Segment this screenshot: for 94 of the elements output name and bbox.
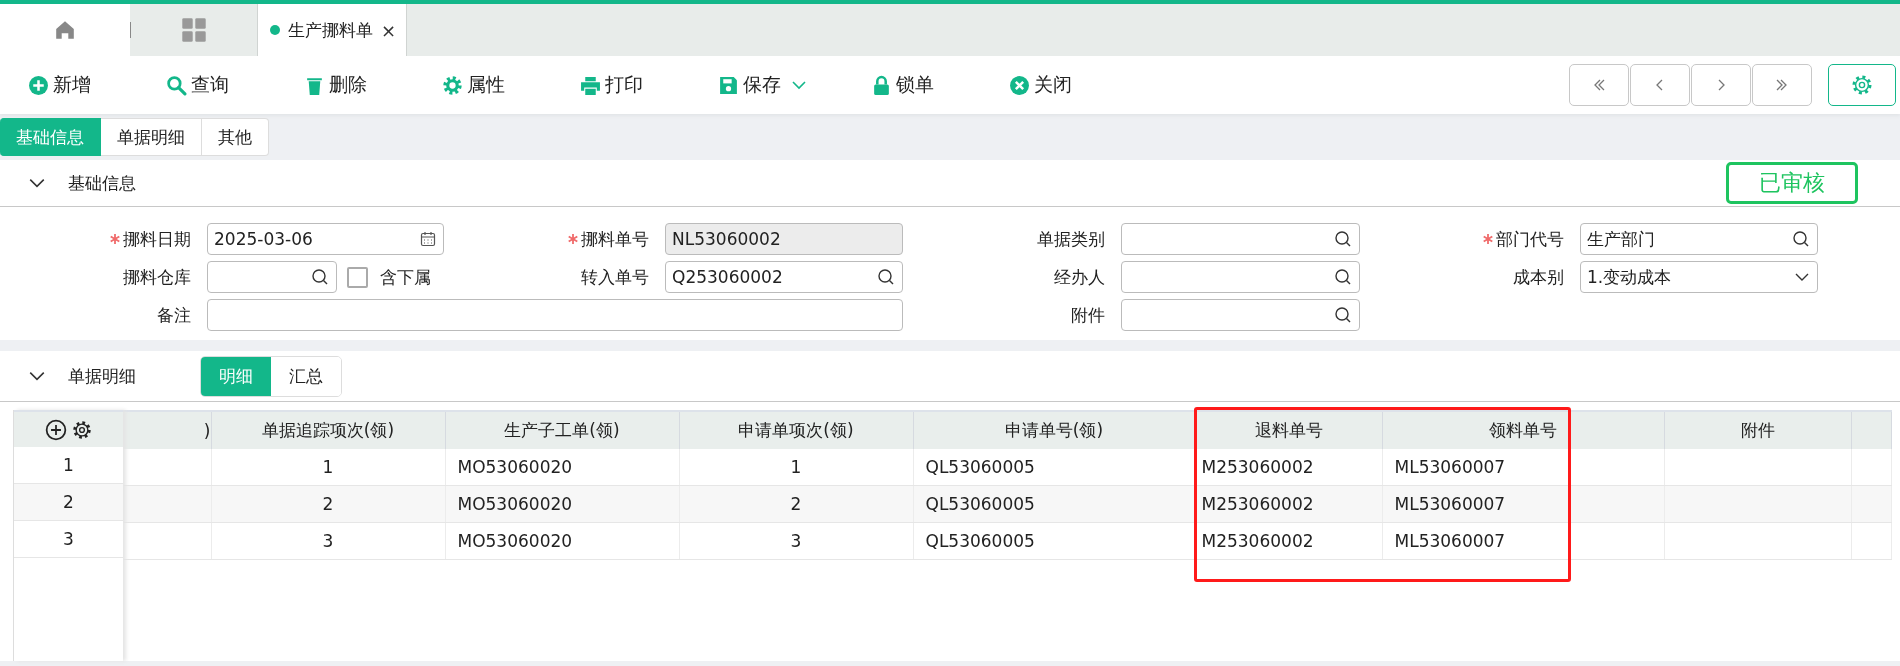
lookup-field[interactable]: Q253060002 <box>665 261 903 293</box>
table-cell: 3 <box>679 522 913 560</box>
lookup-field[interactable] <box>1121 261 1360 293</box>
table-cell: QL53060005 <box>913 485 1195 523</box>
column-header: 附件 <box>1664 411 1851 449</box>
close-icon <box>1009 74 1030 96</box>
table-cell: 1 <box>211 449 445 486</box>
form-tab[interactable]: 单据明细 <box>101 118 202 156</box>
gear-icon <box>70 418 93 441</box>
first-page-button[interactable] <box>1569 64 1629 106</box>
table-cell: ML53060007 <box>1382 485 1664 523</box>
field-label: 部门代号 <box>1496 227 1564 251</box>
previous-page-button[interactable] <box>1630 64 1690 106</box>
new-button[interactable]: 新增 <box>28 72 166 98</box>
search-icon <box>1792 230 1810 248</box>
column-header: 申请单号(领) <box>913 411 1195 449</box>
query-button[interactable]: 查询 <box>166 72 304 98</box>
column-header: 领料单号 <box>1382 411 1664 449</box>
last-page-button[interactable] <box>1752 64 1812 106</box>
table-cell: MO53060020 <box>445 522 679 560</box>
save-button[interactable]: 保存 <box>718 72 781 98</box>
checkbox-label[interactable]: 含下属 <box>380 265 431 289</box>
settings-button[interactable] <box>1828 64 1896 106</box>
search-icon <box>1334 306 1352 324</box>
status-badge: 已审核 <box>1726 162 1858 204</box>
padlock-icon <box>871 74 892 96</box>
table-cell: M253060002 <box>1195 522 1382 560</box>
close-button[interactable]: 关闭 <box>1009 72 1147 98</box>
lookup-field[interactable]: 生产部门 <box>1580 223 1818 255</box>
field-label: 经办人 <box>1054 265 1105 289</box>
properties-button[interactable]: 属性 <box>442 72 580 98</box>
delete-button[interactable]: 删除 <box>304 72 442 98</box>
column-header: 退料单号 <box>1195 411 1382 449</box>
lookup-field[interactable] <box>1121 299 1360 331</box>
text-field[interactable] <box>207 299 903 331</box>
column-settings-button[interactable] <box>70 418 93 441</box>
column-header: ) <box>123 411 211 449</box>
field-label: 附件 <box>1071 303 1105 327</box>
table-cell: QL53060005 <box>913 449 1195 486</box>
next-page-button[interactable] <box>1691 64 1751 106</box>
lookup-field[interactable] <box>207 261 337 293</box>
checkbox-square[interactable] <box>347 266 368 288</box>
column-header: 单据追踪项次(领) <box>211 411 445 449</box>
tab-title: 生产挪料单 <box>288 18 373 42</box>
table-cell: QL53060005 <box>913 522 1195 560</box>
search-icon <box>877 268 895 286</box>
calendar-icon <box>420 231 436 247</box>
printer-icon <box>580 74 601 96</box>
table-cell: ML53060007 <box>1382 522 1664 560</box>
form-tab[interactable]: 其他 <box>202 118 269 156</box>
status-dot <box>270 25 280 35</box>
home-tab[interactable] <box>0 4 130 56</box>
table-cell: 3 <box>211 522 445 560</box>
search-icon <box>166 74 187 96</box>
table-cell: M253060002 <box>1195 449 1382 486</box>
search-icon <box>1334 230 1352 248</box>
search-icon <box>1334 268 1352 286</box>
gear-icon <box>442 74 463 96</box>
document-tab[interactable]: 生产挪料单 × <box>257 4 408 56</box>
row-number: 3 <box>63 529 74 549</box>
grid-icon <box>181 17 207 43</box>
table-cell: 1 <box>679 449 913 486</box>
row-number: 1 <box>63 455 74 475</box>
lookup-field[interactable] <box>1121 223 1360 255</box>
search-icon <box>311 268 329 286</box>
section-title: 单据明细 <box>68 364 137 388</box>
field-label: 转入单号 <box>581 265 649 289</box>
section-title: 基础信息 <box>68 171 136 195</box>
add-row-button[interactable] <box>44 418 67 441</box>
field-label: 成本别 <box>1513 265 1564 289</box>
print-button[interactable]: 打印 <box>580 72 718 98</box>
column-header: 申请单项次(领) <box>679 411 913 449</box>
tab-close-button[interactable]: × <box>381 19 397 41</box>
dropdown-field[interactable]: 1.变动成本 <box>1580 261 1818 293</box>
table-cell: ML53060007 <box>1382 449 1664 486</box>
plus-circle-icon <box>44 418 67 441</box>
readonly-field[interactable]: NL53060002 <box>665 223 903 255</box>
table-cell: M253060002 <box>1195 485 1382 523</box>
field-label: 单据类别 <box>1037 227 1105 251</box>
field-label: 挪料单号 <box>581 227 649 251</box>
field-label: 备注 <box>157 303 191 327</box>
plus-circle-icon <box>28 74 49 96</box>
lock-button[interactable]: 锁单 <box>871 72 1009 98</box>
field-label: 挪料仓库 <box>123 265 191 289</box>
table-cell: 2 <box>211 485 445 523</box>
table-cell: MO53060020 <box>445 449 679 486</box>
field-label: 挪料日期 <box>123 227 191 251</box>
row-number: 2 <box>63 492 74 512</box>
settings-icon <box>1850 73 1874 97</box>
table-cell: MO53060020 <box>445 485 679 523</box>
column-header: 生产子工单(领) <box>445 411 679 449</box>
date-field[interactable]: 2025-03-06 <box>207 223 444 255</box>
house-icon <box>54 19 76 41</box>
table-cell: 2 <box>679 485 913 523</box>
